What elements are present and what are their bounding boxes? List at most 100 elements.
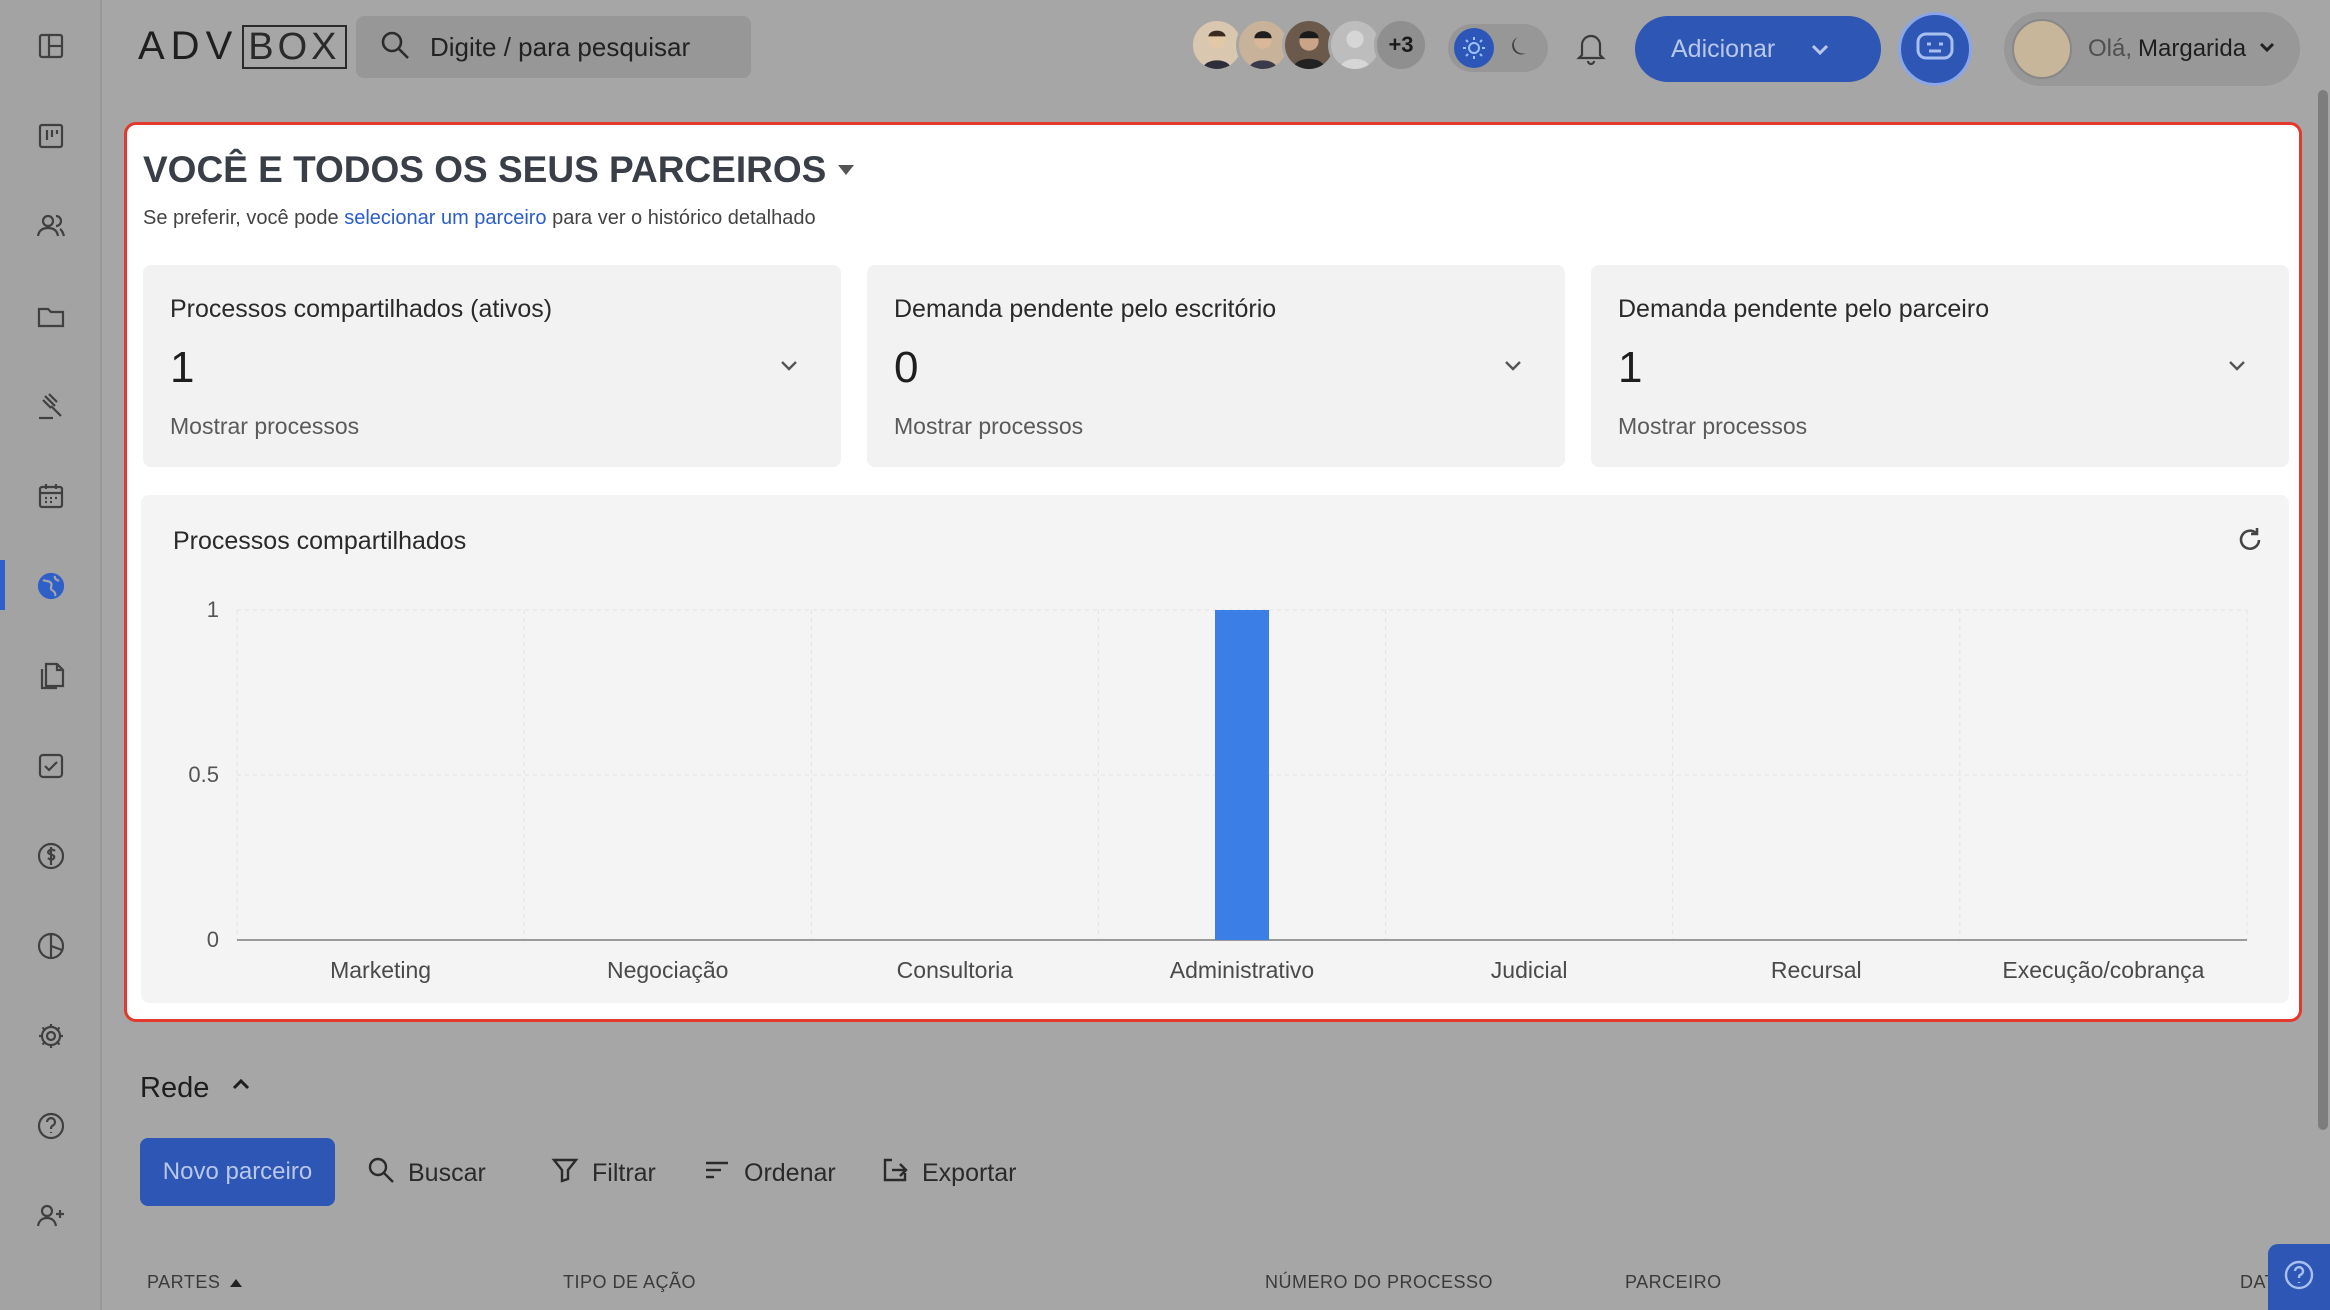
page-title[interactable]: VOCÊ E TODOS OS SEUS PARCEIROS: [143, 149, 855, 191]
x-tick-label: Marketing: [330, 957, 431, 983]
user-name: Margarida: [2138, 35, 2247, 62]
logo-box-text: BOX: [242, 24, 347, 69]
partners-summary-panel: VOCÊ E TODOS OS SEUS PARCEIROS Se prefer…: [124, 122, 2302, 1022]
team-avatars[interactable]: +3: [1190, 18, 1428, 72]
filter-icon: [550, 1155, 592, 1192]
dollar-icon[interactable]: [31, 836, 71, 876]
help-icon[interactable]: [31, 1106, 71, 1146]
column-header-partner[interactable]: PARCEIRO: [1625, 1272, 1722, 1293]
new-partner-button[interactable]: Novo parceiro: [140, 1138, 335, 1206]
filter-button[interactable]: Filtrar: [550, 1155, 656, 1192]
card-label: Processos compartilhados (ativos): [170, 295, 553, 323]
x-tick-label: Judicial: [1491, 957, 1568, 983]
show-processes-link[interactable]: Mostrar processos: [1618, 413, 1807, 440]
globe-icon[interactable]: [31, 566, 71, 606]
subtitle-text: Se preferir, você pode: [143, 207, 345, 229]
sidebar-active-indicator: [0, 560, 5, 610]
search-input[interactable]: [430, 31, 730, 63]
panel-title-text: VOCÊ E TODOS OS SEUS PARCEIROS: [143, 149, 827, 190]
y-tick-label: 0.5: [188, 762, 219, 787]
sort-asc-icon: [230, 1279, 243, 1288]
checkbox-icon[interactable]: [31, 746, 71, 786]
card-value: 0: [894, 343, 919, 392]
x-tick-label: Consultoria: [897, 957, 1014, 983]
add-user-icon[interactable]: [31, 1196, 71, 1236]
column-header-action-type[interactable]: TIPO DE AÇÃO: [563, 1272, 696, 1293]
pie-chart-icon[interactable]: [31, 926, 71, 966]
x-tick-label: Administrativo: [1170, 957, 1314, 983]
gavel-icon[interactable]: [31, 386, 71, 426]
chevron-down-icon[interactable]: [777, 353, 801, 382]
y-tick-label: 0: [207, 927, 219, 952]
chevron-up-icon[interactable]: [209, 1072, 253, 1105]
help-icon: [2282, 1258, 2316, 1297]
assistant-bot-button[interactable]: [1898, 12, 1972, 86]
chart-title: Processos compartilhados: [173, 527, 467, 555]
column-header-process-number[interactable]: NÚMERO DO PROCESSO: [1265, 1272, 1493, 1293]
refresh-icon[interactable]: [2235, 525, 2265, 560]
user-greeting: Olá,: [2088, 35, 2133, 62]
search-icon: [366, 1155, 408, 1192]
partner-pending-card[interactable]: Demanda pendente pelo parceiro 1 Mostrar…: [1591, 265, 2289, 467]
help-button[interactable]: [2268, 1244, 2330, 1310]
chevron-down-icon: [2258, 38, 2276, 61]
robot-icon: [1912, 24, 1958, 75]
avatar: [2012, 19, 2072, 79]
moon-icon[interactable]: [1508, 33, 1534, 64]
caret-down-icon: [838, 165, 855, 175]
sort-label: Ordenar: [744, 1159, 836, 1187]
kanban-icon[interactable]: [31, 116, 71, 156]
documents-icon[interactable]: [31, 656, 71, 696]
more-avatars-badge[interactable]: +3: [1374, 18, 1428, 72]
bell-icon[interactable]: [1572, 28, 1610, 71]
add-button[interactable]: Adicionar: [1635, 16, 1881, 82]
chevron-down-icon[interactable]: [1501, 353, 1525, 382]
search-bar[interactable]: [356, 16, 751, 78]
card-value: 1: [1618, 343, 1643, 392]
show-processes-link[interactable]: Mostrar processos: [170, 413, 359, 440]
card-label: Demanda pendente pelo parceiro: [1618, 295, 1990, 323]
filter-label: Filtrar: [592, 1159, 656, 1187]
select-partner-link[interactable]: selecionar um parceiro: [344, 207, 546, 229]
export-label: Exportar: [922, 1159, 1017, 1187]
column-header-label: PARCEIRO: [1625, 1272, 1722, 1292]
network-section-header[interactable]: Rede: [140, 1072, 253, 1105]
panel-subtitle: Se preferir, você pode selecionar um par…: [143, 207, 816, 230]
x-tick-label: Negociação: [607, 957, 728, 983]
add-button-label: Adicionar: [1671, 34, 1776, 63]
show-processes-link[interactable]: Mostrar processos: [894, 413, 1083, 440]
y-tick-label: 1: [207, 597, 219, 622]
user-menu[interactable]: Olá, Margarida: [2004, 12, 2300, 86]
shared-processes-chart: 0 0.5 1 Marketing Negociação Consultoria Admin…: [141, 495, 2289, 1003]
chevron-down-icon[interactable]: [2225, 353, 2249, 382]
column-header-label: PARTES: [147, 1272, 221, 1292]
network-title: Rede: [140, 1072, 210, 1104]
office-pending-card[interactable]: Demanda pendente pelo escritório 0 Mostr…: [867, 265, 1565, 467]
calendar-icon[interactable]: [31, 476, 71, 516]
x-tick-label: Execução/cobrança: [2002, 957, 2204, 983]
search-button[interactable]: Buscar: [366, 1155, 486, 1192]
export-button[interactable]: Exportar: [880, 1155, 1016, 1192]
subtitle-text: para ver o histórico detalhado: [546, 207, 816, 229]
sun-icon[interactable]: [1454, 28, 1494, 68]
column-header-label: NÚMERO DO PROCESSO: [1265, 1272, 1494, 1292]
bar-chart: 0 0.5 1 Marketing Negociação Consultoria Admin…: [188, 597, 2248, 983]
export-icon: [880, 1155, 922, 1192]
theme-toggle[interactable]: [1448, 24, 1548, 72]
card-value: 1: [170, 343, 195, 392]
sort-button[interactable]: Ordenar: [702, 1155, 836, 1192]
sort-icon: [702, 1155, 744, 1192]
sidebar: [0, 0, 102, 1310]
shared-processes-card[interactable]: Processos compartilhados (ativos) 1 Most…: [143, 265, 841, 467]
card-label: Demanda pendente pelo escritório: [894, 295, 1277, 323]
advbox-logo[interactable]: ADV BOX: [138, 24, 347, 69]
gear-icon[interactable]: [31, 1016, 71, 1056]
dashboard-icon[interactable]: [31, 26, 71, 66]
chevron-down-icon: [1809, 38, 1831, 60]
search-icon: [378, 28, 412, 67]
folder-icon[interactable]: [31, 296, 71, 336]
page-scrollbar[interactable]: [2318, 90, 2328, 1130]
column-header-parties[interactable]: PARTES: [147, 1272, 243, 1293]
chart-bar: [1215, 610, 1269, 940]
people-icon[interactable]: [31, 206, 71, 246]
